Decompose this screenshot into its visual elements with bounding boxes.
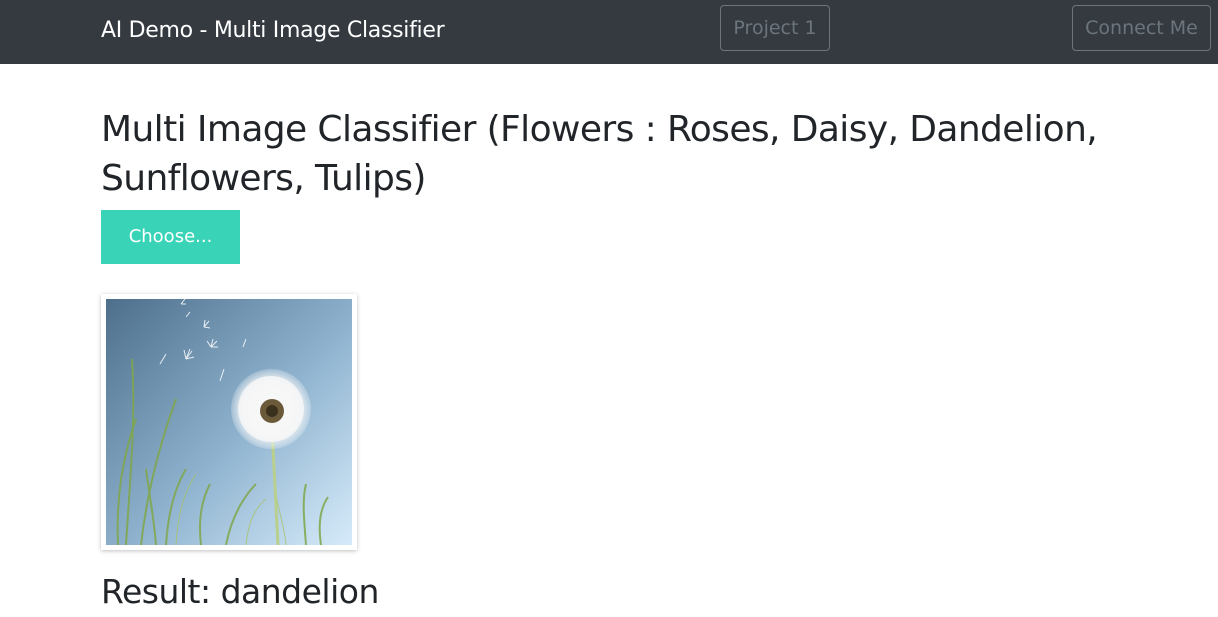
result-value: dandelion [220,572,380,611]
page-title: Multi Image Classifier (Flowers : Roses,… [101,109,1098,199]
result-heading: Result: dandelion [101,571,379,613]
top-navbar: AI Demo - Multi Image Classifier Project… [0,0,1218,64]
project-1-button[interactable]: Project 1 [720,5,830,51]
result-label: Result: [101,572,211,611]
choose-file-button[interactable]: Choose... [101,210,240,264]
image-preview [101,294,357,550]
connect-me-button[interactable]: Connect Me [1072,5,1211,51]
navbar-brand[interactable]: AI Demo - Multi Image Classifier [101,15,445,47]
dandelion-photo [106,299,352,545]
